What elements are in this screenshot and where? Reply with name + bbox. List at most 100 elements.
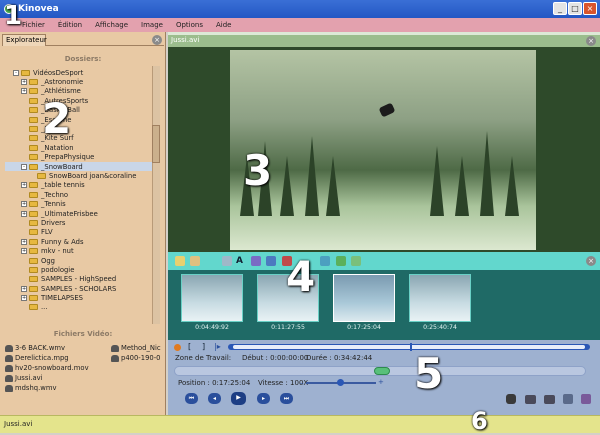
tree-item[interactable]: Drivers bbox=[5, 218, 153, 227]
tree-item-label: SAMPLES - SCHOLARS bbox=[41, 284, 117, 293]
menu-image[interactable]: Image bbox=[141, 21, 163, 29]
play-button[interactable]: ▶ bbox=[231, 392, 246, 405]
tree-item[interactable]: + _Athlétisme bbox=[5, 87, 153, 96]
image-icon[interactable] bbox=[336, 256, 346, 266]
tree-item[interactable]: _Natation bbox=[5, 143, 153, 152]
collapse-icon[interactable]: - bbox=[21, 163, 27, 170]
start-label: Début : 0:00:00:00 bbox=[242, 354, 309, 362]
menu-edit[interactable]: Édition bbox=[58, 21, 82, 29]
pencil-icon[interactable] bbox=[251, 256, 261, 266]
tree-item[interactable]: + _table tennis bbox=[5, 181, 153, 190]
tree-item[interactable]: _AutresSports bbox=[5, 96, 153, 105]
tree-item[interactable]: + mkv - nut bbox=[5, 246, 153, 255]
working-zone-track[interactable] bbox=[233, 345, 585, 349]
tree-item[interactable]: + Funny & Ads bbox=[5, 237, 153, 246]
speed-minus-icon[interactable]: – bbox=[300, 379, 304, 387]
tree-item[interactable]: SnowBoard joan&coraline bbox=[5, 171, 153, 180]
snapshot-icon[interactable] bbox=[525, 395, 536, 404]
tree-item[interactable]: + SAMPLES - SCHOLARS bbox=[5, 284, 153, 293]
expand-icon[interactable]: + bbox=[21, 201, 27, 208]
grid-icon[interactable] bbox=[222, 256, 232, 266]
tree-item[interactable]: FLV bbox=[5, 228, 153, 237]
file-item[interactable]: Method_Nic bbox=[111, 344, 161, 352]
file-item[interactable]: 3-6 BACK.wmv bbox=[5, 344, 65, 352]
video-file-icon bbox=[5, 354, 13, 362]
zone-marker[interactable] bbox=[410, 343, 412, 351]
file-item[interactable]: Derelictica.mpg bbox=[5, 354, 69, 362]
text-icon[interactable]: A bbox=[236, 256, 246, 266]
close-video-icon[interactable]: × bbox=[586, 36, 596, 46]
tree-item-label: TIMELAPSES bbox=[41, 294, 83, 303]
menu-options[interactable]: Options bbox=[176, 21, 203, 29]
tree-item[interactable]: - _SnowBoard bbox=[5, 161, 153, 172]
close-explorer-icon[interactable]: × bbox=[152, 35, 162, 45]
tree-item[interactable]: Ogg bbox=[5, 256, 153, 265]
expand-icon[interactable]: + bbox=[21, 285, 27, 292]
tree-item[interactable]: _Kite Surf bbox=[5, 134, 153, 143]
menu-file[interactable]: Fichier bbox=[22, 21, 45, 29]
expand-icon[interactable]: + bbox=[21, 295, 27, 302]
timeline-cursor[interactable] bbox=[374, 367, 390, 375]
tree-item[interactable]: ... bbox=[5, 303, 153, 312]
keyframe-thumbnail[interactable] bbox=[409, 274, 471, 322]
tree-scrollbar[interactable] bbox=[152, 66, 160, 324]
keyframe-thumbnail[interactable] bbox=[181, 274, 243, 322]
next-frame-button[interactable]: ▸ bbox=[257, 393, 270, 404]
goto-zone-icon[interactable]: |▸ bbox=[214, 342, 221, 351]
tree-item[interactable]: podologie bbox=[5, 265, 153, 274]
last-frame-button[interactable]: ⏭ bbox=[280, 393, 293, 404]
file-item[interactable]: Jussi.avi bbox=[5, 374, 43, 382]
line-icon[interactable] bbox=[266, 256, 276, 266]
keyframe-thumbnail-selected[interactable] bbox=[333, 274, 395, 322]
tree-item[interactable]: _Techno bbox=[5, 190, 153, 199]
file-item[interactable]: p400-190-0 bbox=[111, 354, 161, 362]
tree-scroll-thumb[interactable] bbox=[152, 125, 160, 163]
expand-icon[interactable]: + bbox=[21, 88, 27, 95]
expand-icon[interactable]: + bbox=[21, 79, 27, 86]
expand-icon[interactable]: + bbox=[21, 210, 27, 217]
file-item[interactable]: hv20-snowboard.mov bbox=[5, 364, 89, 372]
close-keyframes-icon[interactable]: × bbox=[586, 256, 596, 266]
folder-icon bbox=[29, 257, 38, 264]
folder-icon bbox=[29, 210, 38, 217]
working-zone-end-icon[interactable]: ] bbox=[202, 342, 205, 351]
speed-plus-icon[interactable]: + bbox=[378, 378, 384, 386]
maximize-button[interactable]: □ bbox=[568, 2, 582, 15]
multi-snapshot-icon[interactable] bbox=[544, 395, 555, 404]
first-frame-button[interactable]: ⏮ bbox=[185, 393, 198, 404]
hand-tool-icon[interactable] bbox=[506, 394, 516, 404]
speed-slider-handle[interactable] bbox=[337, 379, 344, 386]
status-bar: Jussi.avi bbox=[0, 415, 600, 433]
add-keyframe-icon[interactable] bbox=[175, 256, 185, 266]
working-zone-start-icon[interactable]: [ bbox=[188, 342, 191, 351]
previous-frame-button[interactable]: ◂ bbox=[208, 393, 221, 404]
tree-item[interactable]: _Escrime bbox=[5, 115, 153, 124]
file-item[interactable]: mdshq.wmv bbox=[5, 384, 56, 392]
tree-item[interactable]: _Judo bbox=[5, 124, 153, 133]
export-icon[interactable] bbox=[563, 394, 573, 404]
record-icon[interactable] bbox=[174, 344, 181, 351]
close-button[interactable]: × bbox=[583, 2, 597, 15]
menu-view[interactable]: Affichage bbox=[95, 21, 128, 29]
expand-icon[interactable]: + bbox=[21, 238, 27, 245]
minimize-button[interactable]: _ bbox=[553, 2, 567, 15]
tree-item[interactable]: + _UltimateFrisbee bbox=[5, 209, 153, 218]
tree-item[interactable]: _PrepaPhysique bbox=[5, 153, 153, 162]
video-frame[interactable] bbox=[230, 50, 536, 250]
menu-help[interactable]: Aide bbox=[216, 21, 231, 29]
hand-icon[interactable] bbox=[190, 256, 200, 266]
tree-item[interactable]: _BasketBall bbox=[5, 106, 153, 115]
chrono-icon[interactable] bbox=[351, 256, 361, 266]
tree-item[interactable]: - VidéosDeSport bbox=[5, 68, 153, 77]
tree-item[interactable]: + TIMELAPSES bbox=[5, 293, 153, 302]
collapse-icon[interactable]: - bbox=[13, 69, 19, 76]
tab-explorer[interactable]: Explorateur bbox=[2, 34, 47, 46]
pdf-export-icon[interactable] bbox=[581, 394, 591, 404]
tree-item[interactable]: + _Astronomie bbox=[5, 77, 153, 86]
tree-item[interactable]: + _Tennis bbox=[5, 199, 153, 208]
play-icon[interactable] bbox=[320, 256, 330, 266]
expand-icon[interactable]: + bbox=[21, 182, 27, 189]
tree-item-label: _SnowBoard bbox=[41, 162, 83, 171]
expand-icon[interactable]: + bbox=[21, 248, 27, 255]
tree-item[interactable]: SAMPLES - HighSpeed bbox=[5, 275, 153, 284]
